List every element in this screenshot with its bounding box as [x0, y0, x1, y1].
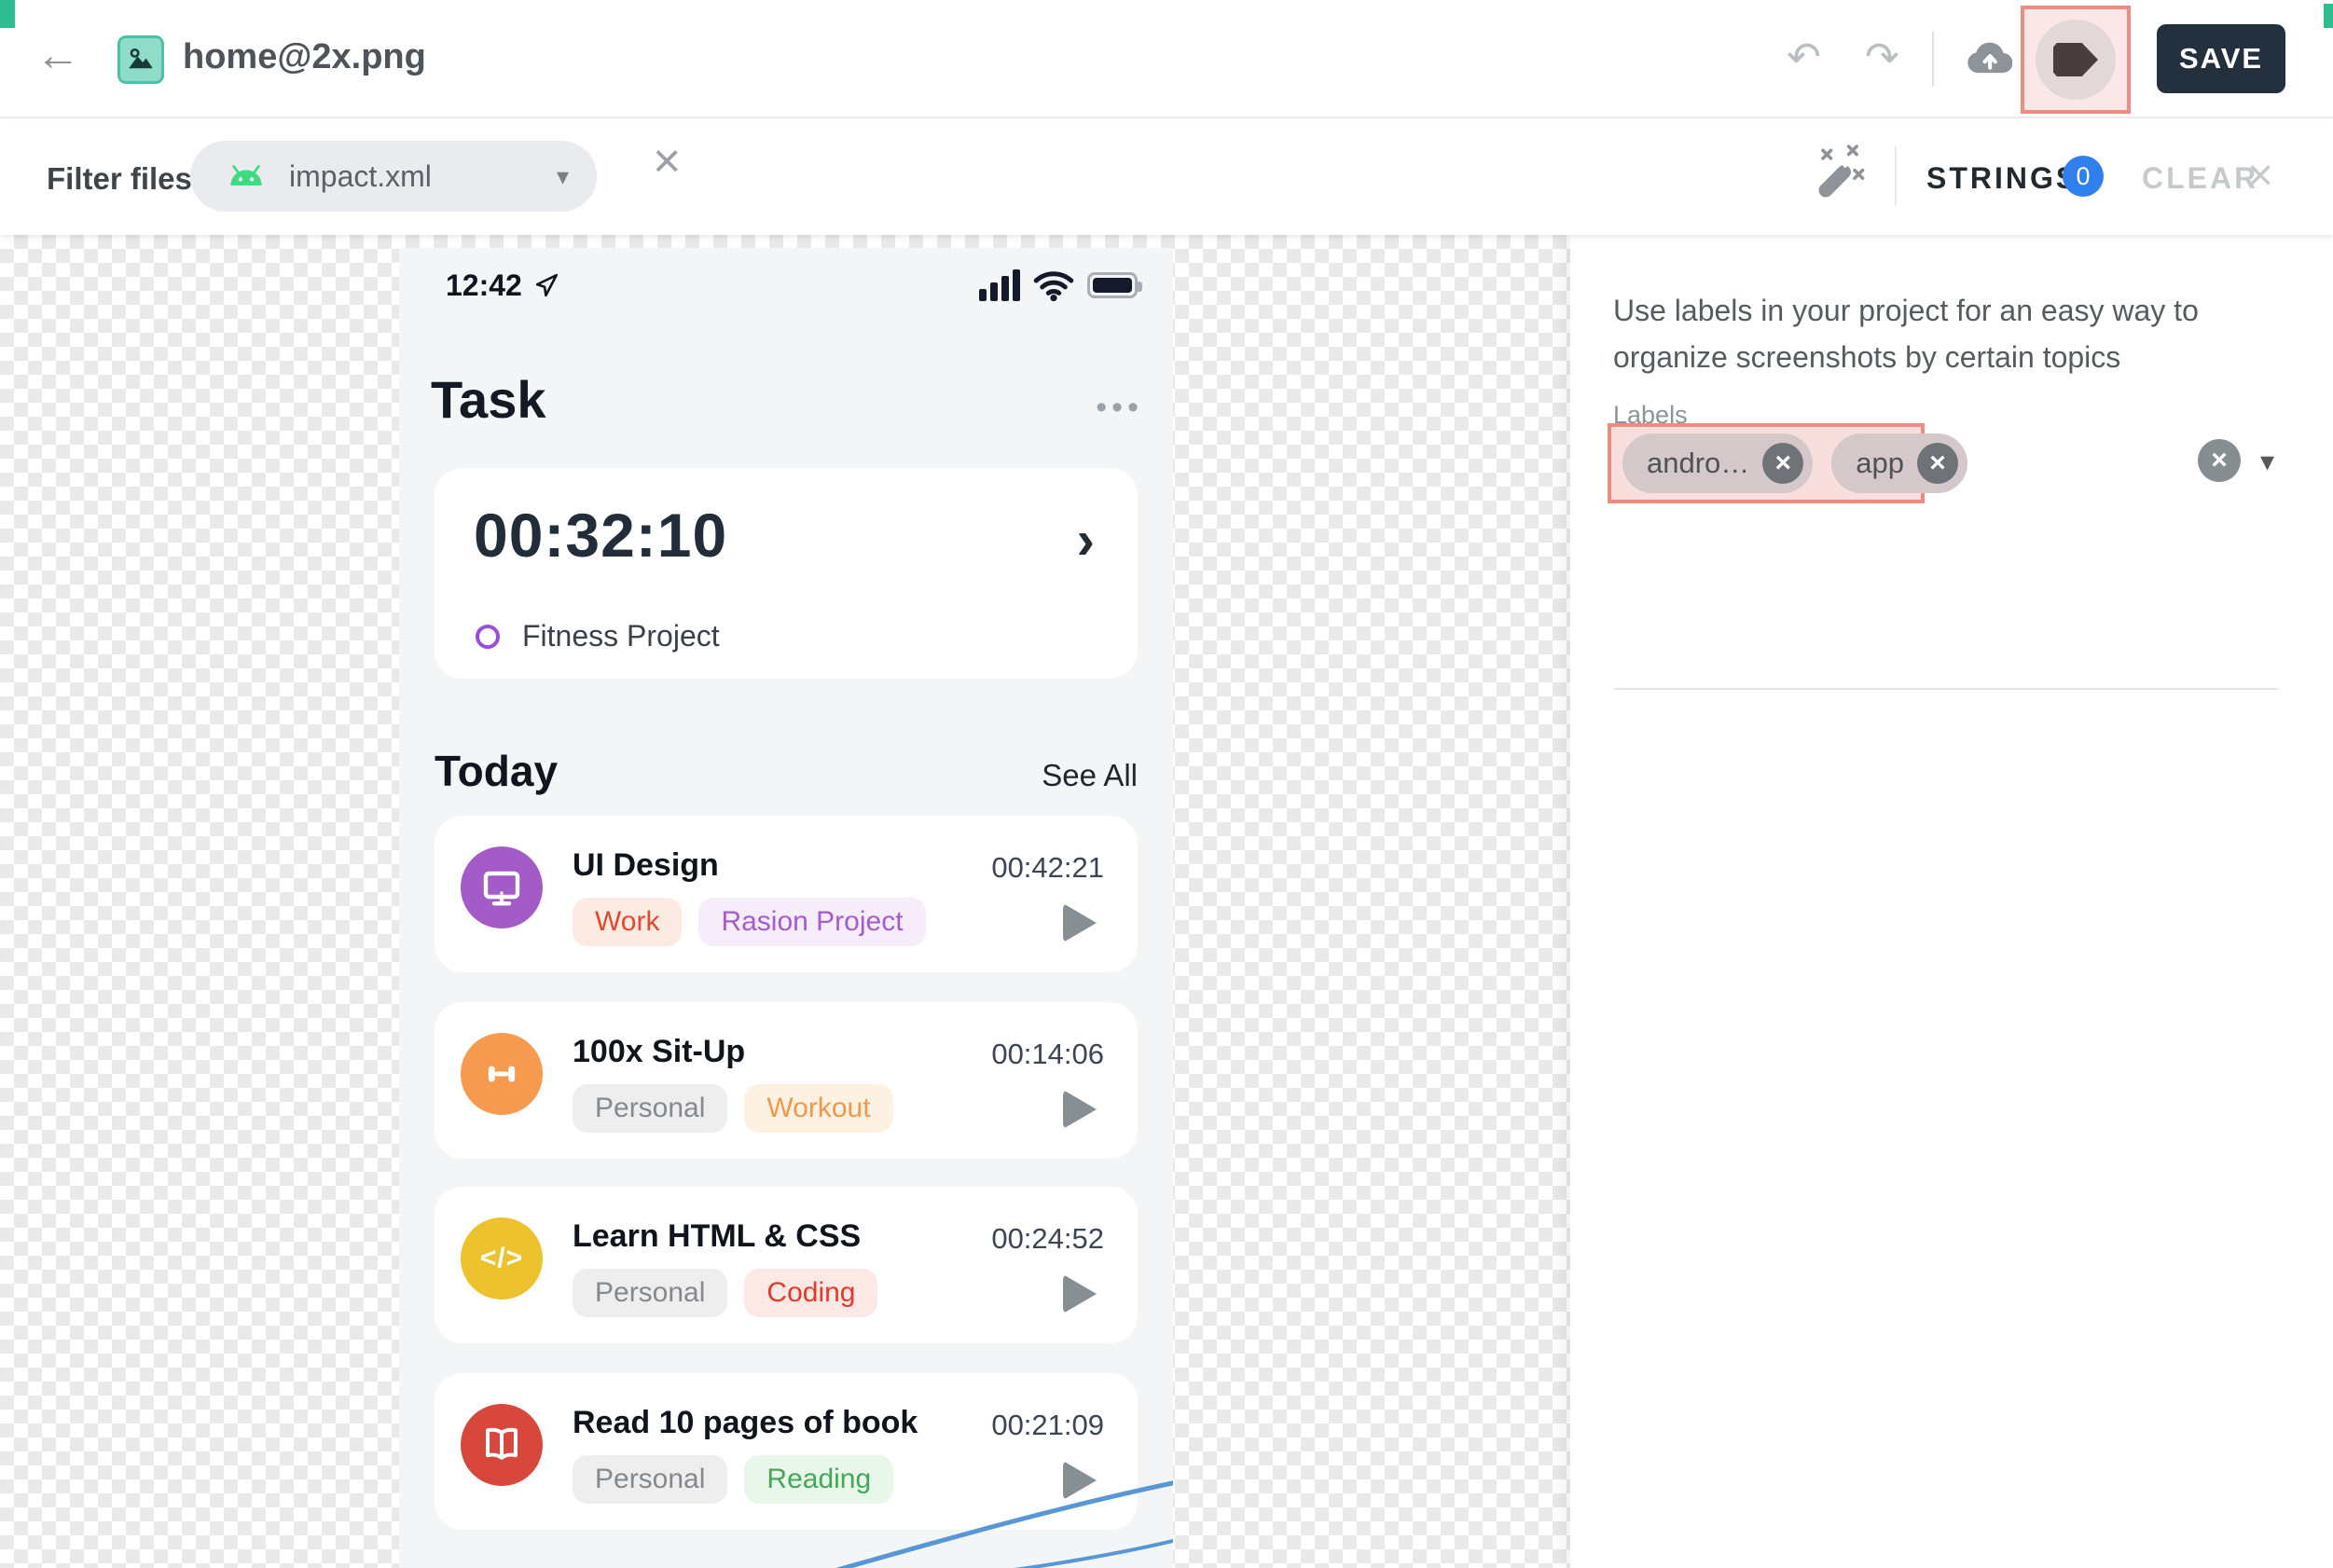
- divider: [1932, 32, 1934, 86]
- task-card: 100x Sit-Up 00:14:06 Personal Workout: [435, 1002, 1138, 1159]
- magic-wand-icon[interactable]: [1807, 144, 1871, 208]
- annotation-highlight-box: andro… × app ×: [1608, 423, 1925, 503]
- task-time: 00:42:21: [991, 851, 1104, 885]
- task-name: 100x Sit-Up: [573, 1034, 745, 1070]
- android-icon: [228, 163, 265, 189]
- labels-description: Use labels in your project for an easy w…: [1613, 287, 2275, 380]
- tag-icon: [2053, 43, 2098, 76]
- top-bar: ← home@2x.png ↶ ↷ SAVE: [0, 0, 2333, 118]
- save-button[interactable]: SAVE: [2157, 24, 2285, 93]
- task-name: UI Design: [573, 847, 719, 884]
- labels-dropdown-caret-icon[interactable]: ▾: [2260, 446, 2274, 478]
- timer-project-name: Fitness Project: [522, 619, 720, 653]
- corner-artifact: [2324, 4, 2333, 28]
- label-chip: app ×: [1831, 433, 1967, 493]
- upload-cloud-icon[interactable]: [1964, 35, 2012, 84]
- annotation-highlight-box: [2021, 6, 2131, 114]
- battery-icon: [1087, 272, 1138, 298]
- tag-workout: Workout: [744, 1084, 892, 1133]
- task-time: 00:21:09: [991, 1409, 1104, 1442]
- file-filter-dropdown[interactable]: impact.xml ▾: [190, 141, 597, 212]
- chip-label: andro…: [1647, 447, 1749, 480]
- corner-artifact: [0, 0, 15, 28]
- project-ring-icon: [476, 625, 500, 649]
- labels-input[interactable]: andro… × app × × ▾: [1570, 421, 2333, 505]
- task-card: UI Design 00:42:21 Work Rasion Project: [435, 816, 1138, 972]
- cellular-signal-icon: [979, 269, 1020, 301]
- redo-icon[interactable]: ↷: [1865, 37, 1899, 78]
- chevron-right-icon: ›: [1077, 509, 1095, 571]
- labels-panel: Use labels in your project for an easy w…: [1570, 235, 2333, 1568]
- tag-coding: Coding: [744, 1269, 877, 1317]
- play-icon: [1063, 903, 1097, 942]
- timer-value: 00:32:10: [474, 500, 727, 571]
- selected-file-name: impact.xml: [289, 159, 432, 194]
- phone-screenshot: 12:42 Task ••• 00: [399, 248, 1173, 1568]
- chip-label: app: [1856, 447, 1904, 480]
- today-heading: Today: [435, 746, 558, 796]
- ellipsis-menu-icon: •••: [1096, 390, 1143, 426]
- strings-toggle[interactable]: STRINGS: [1926, 161, 2078, 196]
- strings-count-badge: 0: [2063, 156, 2104, 197]
- play-icon: [1063, 1274, 1097, 1314]
- remove-filter-icon[interactable]: ×: [653, 137, 681, 186]
- clear-all-labels-icon[interactable]: ×: [2198, 439, 2241, 482]
- clear-button[interactable]: CLEAR: [2142, 161, 2258, 196]
- filter-bar: Filter files: impact.xml ▾ × STRINGS 0 C…: [0, 120, 2333, 235]
- dumbbell-icon: [461, 1033, 543, 1115]
- tag-rasion-project: Rasion Project: [698, 898, 925, 946]
- divider: [1895, 146, 1897, 206]
- tag-work: Work: [573, 898, 682, 946]
- clear-x-icon[interactable]: ×: [2247, 154, 2273, 199]
- undo-icon[interactable]: ↶: [1787, 37, 1821, 78]
- task-time: 00:24:52: [991, 1222, 1104, 1256]
- file-title: home@2x.png: [183, 37, 426, 77]
- label-tool-button[interactable]: [2036, 20, 2116, 100]
- wave-graphic: [399, 1445, 1173, 1568]
- status-time: 12:42: [446, 268, 522, 303]
- label-chip: andro… ×: [1622, 433, 1813, 493]
- tag-personal: Personal: [573, 1084, 727, 1133]
- tag-personal: Personal: [573, 1269, 727, 1317]
- task-card: </> Learn HTML & CSS 00:24:52 Personal C…: [435, 1187, 1138, 1343]
- see-all-link: See All: [1042, 758, 1138, 793]
- task-name: Learn HTML & CSS: [573, 1218, 861, 1255]
- task-time: 00:14:06: [991, 1038, 1104, 1071]
- remove-chip-icon[interactable]: ×: [1762, 443, 1803, 484]
- phone-status-bar: 12:42: [446, 265, 1138, 306]
- task-name: Read 10 pages of book: [573, 1405, 918, 1441]
- back-button[interactable]: ←: [35, 34, 80, 78]
- play-icon: [1063, 1090, 1097, 1129]
- code-icon: </>: [461, 1217, 543, 1300]
- filter-files-label: Filter files:: [47, 161, 202, 197]
- input-underline: [1614, 688, 2278, 690]
- chevron-down-icon: ▾: [557, 162, 569, 191]
- screenshot-editor: 12:42 Task ••• 00: [0, 0, 2333, 1568]
- phone-page-title: Task: [431, 369, 545, 430]
- remove-chip-icon[interactable]: ×: [1917, 443, 1958, 484]
- wifi-icon: [1032, 268, 1075, 302]
- location-arrow-icon: [535, 273, 559, 297]
- image-file-icon: [117, 35, 164, 84]
- monitor-icon: [461, 846, 543, 928]
- timer-card: 00:32:10 › Fitness Project: [435, 468, 1138, 679]
